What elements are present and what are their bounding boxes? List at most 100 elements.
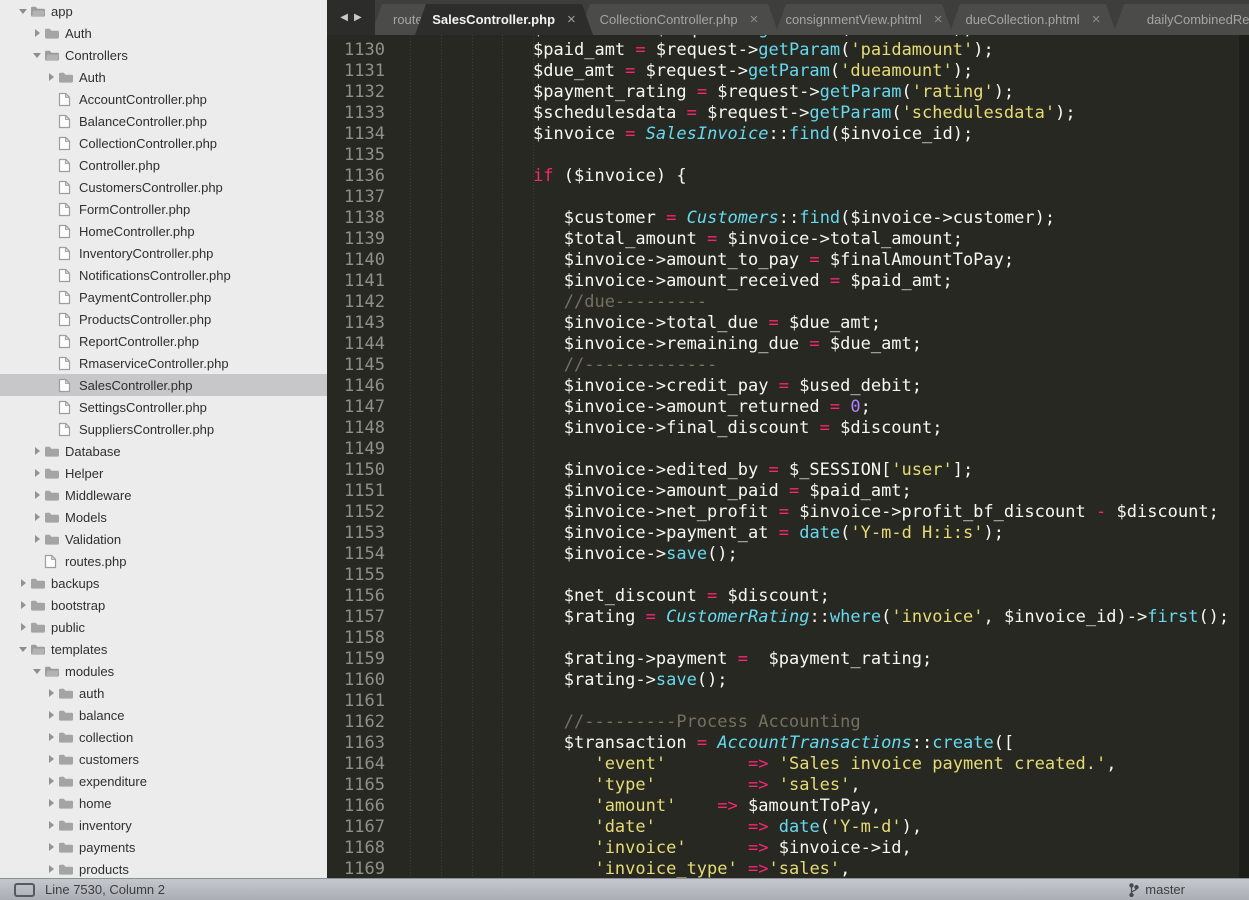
sidebar-item-controllers[interactable]: Controllers [0, 44, 327, 66]
sidebar-item-reportcontroller-php[interactable]: ReportController.php [0, 330, 327, 352]
code-line-1136[interactable]: 1136 if ($invoice) { [327, 166, 1249, 187]
code-line-1144[interactable]: 1144 $invoice->remaining_due = $due_amt; [327, 334, 1249, 355]
sidebar-item-templates[interactable]: templates [0, 638, 327, 660]
code-line-1165[interactable]: 1165 'type' => 'sales', [327, 775, 1249, 796]
code-line-1138[interactable]: 1138 $customer = Customers::find($invoic… [327, 208, 1249, 229]
disclosure-collapsed-icon[interactable] [46, 72, 58, 82]
code-line-1151[interactable]: 1151 $invoice->amount_paid = $paid_amt; [327, 481, 1249, 502]
code-line-1154[interactable]: 1154 $invoice->save(); [327, 544, 1249, 565]
code-line-1158[interactable]: 1158 [327, 628, 1249, 649]
code-line-1168[interactable]: 1168 'invoice' => $invoice->id, [327, 838, 1249, 859]
disclosure-expanded-icon[interactable] [32, 50, 44, 60]
code-line-1153[interactable]: 1153 $invoice->payment_at = date('Y-m-d … [327, 523, 1249, 544]
sidebar-item-supplierscontroller-php[interactable]: SuppliersController.php [0, 418, 327, 440]
disclosure-collapsed-icon[interactable] [32, 490, 44, 500]
sidebar-item-formcontroller-php[interactable]: FormController.php [0, 198, 327, 220]
code-line-1161[interactable]: 1161 [327, 691, 1249, 712]
sidebar-item-collectioncontroller-php[interactable]: CollectionController.php [0, 132, 327, 154]
sidebar-item-inventory[interactable]: inventory [0, 814, 327, 836]
tab-scroll-left-icon[interactable]: ◀ [340, 12, 348, 23]
sidebar-item-home[interactable]: home [0, 792, 327, 814]
sidebar-item-modules[interactable]: modules [0, 660, 327, 682]
disclosure-expanded-icon[interactable] [18, 644, 30, 654]
sidebar-item-rmaservicecontroller-php[interactable]: RmaserviceController.php [0, 352, 327, 374]
code-line-1164[interactable]: 1164 'event' => 'Sales invoice payment c… [327, 754, 1249, 775]
tab-scroll-right-icon[interactable]: ▶ [354, 12, 362, 23]
code-line-1166[interactable]: 1166 'amount' => $amountToPay, [327, 796, 1249, 817]
code-line-1130[interactable]: 1130 $paid_amt = $request->getParam('pai… [327, 40, 1249, 61]
code-line-1131[interactable]: 1131 $due_amt = $request->getParam('duea… [327, 61, 1249, 82]
sidebar-item-validation[interactable]: Validation [0, 528, 327, 550]
disclosure-collapsed-icon[interactable] [46, 820, 58, 830]
code-line-1167[interactable]: 1167 'date' => date('Y-m-d'), [327, 817, 1249, 838]
disclosure-expanded-icon[interactable] [18, 6, 30, 16]
disclosure-collapsed-icon[interactable] [46, 688, 58, 698]
code-line-1142[interactable]: 1142 //due--------- [327, 292, 1249, 313]
code-line-1145[interactable]: 1145 //------------- [327, 355, 1249, 376]
sidebar-item-inventorycontroller-php[interactable]: InventoryController.php [0, 242, 327, 264]
code-line-1132[interactable]: 1132 $payment_rating = $request->getPara… [327, 82, 1249, 103]
disclosure-collapsed-icon[interactable] [32, 28, 44, 38]
sidebar-item-controller-php[interactable]: Controller.php [0, 154, 327, 176]
disclosure-collapsed-icon[interactable] [46, 842, 58, 852]
code-line-1135[interactable]: 1135 [327, 145, 1249, 166]
close-icon[interactable]: × [567, 4, 576, 35]
sidebar-item-salescontroller-php[interactable]: SalesController.php [0, 374, 327, 396]
disclosure-expanded-icon[interactable] [32, 666, 44, 676]
sidebar-item-expenditure[interactable]: expenditure [0, 770, 327, 792]
sidebar-item-products[interactable]: products [0, 858, 327, 878]
code-line-1143[interactable]: 1143 $invoice->total_due = $due_amt; [327, 313, 1249, 334]
disclosure-collapsed-icon[interactable] [46, 710, 58, 720]
sidebar-item-collection[interactable]: collection [0, 726, 327, 748]
sidebar-item-auth[interactable]: auth [0, 682, 327, 704]
tab-duecollection-phtml[interactable]: dueCollection.phtml× [949, 4, 1117, 35]
code-line-1160[interactable]: 1160 $rating->save(); [327, 670, 1249, 691]
sidebar-item-backups[interactable]: backups [0, 572, 327, 594]
disclosure-collapsed-icon[interactable] [46, 864, 58, 874]
sidebar-item-app[interactable]: app [0, 0, 327, 22]
sidebar-item-balance[interactable]: balance [0, 704, 327, 726]
tab-collectioncontroller-php[interactable]: CollectionController.php× [579, 4, 779, 35]
disclosure-collapsed-icon[interactable] [32, 512, 44, 522]
disclosure-collapsed-icon[interactable] [18, 578, 30, 588]
tab-dailycombinedreport2[interactable]: dailyCombinedReport2 [1113, 4, 1249, 35]
disclosure-collapsed-icon[interactable] [46, 798, 58, 808]
code-line-1152[interactable]: 1152 $invoice->net_profit = $invoice->pr… [327, 502, 1249, 523]
code-line-1137[interactable]: 1137 [327, 187, 1249, 208]
code-line-1146[interactable]: 1146 $invoice->credit_pay = $used_debit; [327, 376, 1249, 397]
sidebar-item-payments[interactable]: payments [0, 836, 327, 858]
sidebar-item-models[interactable]: Models [0, 506, 327, 528]
disclosure-collapsed-icon[interactable] [32, 468, 44, 478]
code-line-1134[interactable]: 1134 $invoice = SalesInvoice::find($invo… [327, 124, 1249, 145]
sidebar-item-auth[interactable]: Auth [0, 22, 327, 44]
code-line-1133[interactable]: 1133 $schedulesdata = $request->getParam… [327, 103, 1249, 124]
close-icon[interactable]: × [1092, 4, 1101, 35]
code-line-1159[interactable]: 1159 $rating->payment = $payment_rating; [327, 649, 1249, 670]
sidebar-item-paymentcontroller-php[interactable]: PaymentController.php [0, 286, 327, 308]
sidebar-item-helper[interactable]: Helper [0, 462, 327, 484]
disclosure-collapsed-icon[interactable] [32, 534, 44, 544]
sidebar-item-productscontroller-php[interactable]: ProductsController.php [0, 308, 327, 330]
sidebar-item-accountcontroller-php[interactable]: AccountController.php [0, 88, 327, 110]
sidebar-item-settingscontroller-php[interactable]: SettingsController.php [0, 396, 327, 418]
code-line-1163[interactable]: 1163 $transaction = AccountTransactions:… [327, 733, 1249, 754]
disclosure-collapsed-icon[interactable] [46, 754, 58, 764]
code-line-1155[interactable]: 1155 [327, 565, 1249, 586]
sidebar-item-bootstrap[interactable]: bootstrap [0, 594, 327, 616]
code-line-1162[interactable]: 1162 //---------Process Accounting [327, 712, 1249, 733]
code-line-1147[interactable]: 1147 $invoice->amount_returned = 0; [327, 397, 1249, 418]
code-line-1157[interactable]: 1157 $rating = CustomerRating::where('in… [327, 607, 1249, 628]
code-line-1141[interactable]: 1141 $invoice->amount_received = $paid_a… [327, 271, 1249, 292]
sidebar-item-customers[interactable]: customers [0, 748, 327, 770]
close-icon[interactable]: × [934, 4, 943, 35]
sidebar-item-notificationscontroller-php[interactable]: NotificationsController.php [0, 264, 327, 286]
vertical-scrollbar[interactable] [1239, 35, 1249, 878]
sidebar-item-public[interactable]: public [0, 616, 327, 638]
sidebar-item-middleware[interactable]: Middleware [0, 484, 327, 506]
disclosure-collapsed-icon[interactable] [18, 600, 30, 610]
disclosure-collapsed-icon[interactable] [46, 776, 58, 786]
code-line-1148[interactable]: 1148 $invoice->final_discount = $discoun… [327, 418, 1249, 439]
close-icon[interactable]: × [750, 4, 759, 35]
code-line-1169[interactable]: 1169 'invoice_type' =>'sales', [327, 859, 1249, 878]
code-line-1150[interactable]: 1150 $invoice->edited_by = $_SESSION['us… [327, 460, 1249, 481]
